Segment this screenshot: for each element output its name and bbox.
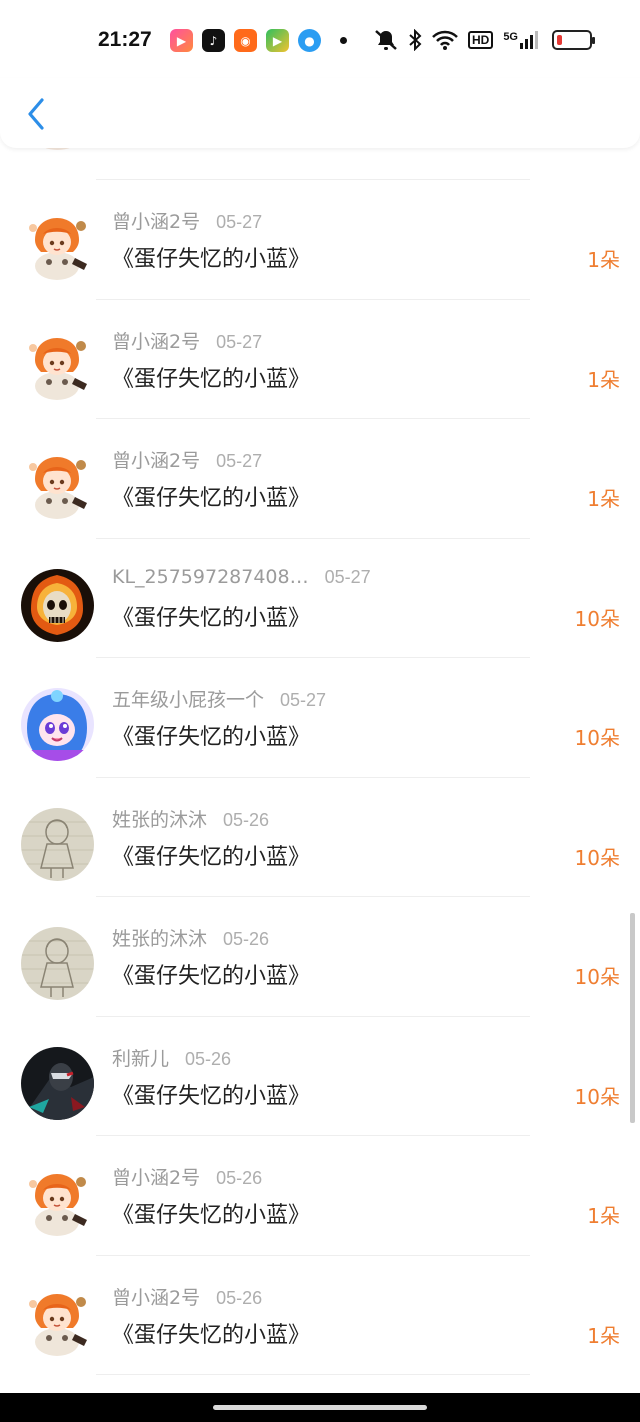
gift-date: 05-27 — [216, 331, 263, 352]
game-app-icon: ▶ — [266, 29, 289, 52]
list-item[interactable]: 曾小涵2号 05-27 《蛋仔失忆的小蓝》 1朵 — [0, 300, 640, 420]
work-title: 《蛋仔失忆的小蓝》 — [112, 1203, 311, 1228]
scrollbar[interactable] — [630, 913, 635, 1123]
flower-count: 1朵 — [587, 367, 620, 392]
avatar[interactable] — [21, 1285, 94, 1359]
work-title: 《蛋仔失忆的小蓝》 — [112, 844, 311, 870]
avatar[interactable] — [21, 1166, 94, 1239]
notification-icons: ▶ ♪ ◉ ▶ ● — [170, 29, 347, 52]
flower-count: 1朵 — [587, 1204, 620, 1228]
system-navigation-bar — [0, 1393, 640, 1422]
list-item[interactable]: KL_257597287408… 05-27 《蛋仔失忆的小蓝》 10朵 — [0, 539, 640, 659]
flower-count: 10朵 — [574, 1084, 620, 1109]
status-bar: 21:27 ▶ ♪ ◉ ▶ ● HD 5G — [0, 0, 640, 80]
sender-name: 曾小涵2号 — [112, 211, 201, 233]
mute-icon — [375, 30, 397, 50]
avatar[interactable] — [21, 927, 94, 1000]
avatar[interactable] — [21, 210, 94, 283]
work-title: 《蛋仔失忆的小蓝》 — [112, 605, 311, 631]
kuaishou-icon: ◉ — [234, 29, 257, 52]
list-item[interactable]: 五年级小屁孩一个 05-27 《蛋仔失忆的小蓝》 10朵 — [0, 658, 640, 778]
sender-meta: 利新儿 05-26 — [112, 1044, 231, 1071]
sender-name: 曾小涵2号 — [112, 1167, 201, 1189]
work-title: 《蛋仔失忆的小蓝》 — [112, 1322, 311, 1348]
clock: 21:27 — [98, 28, 152, 51]
sender-name: 曾小涵2号 — [112, 450, 201, 472]
flower-count: 10朵 — [574, 726, 620, 750]
list-item[interactable]: 姓张的沐沐 05-26 《蛋仔失忆的小蓝》 10朵 — [0, 897, 640, 1017]
work-title: 《蛋仔失忆的小蓝》 — [112, 1083, 311, 1109]
more-notifications-icon — [340, 37, 347, 44]
top-bar — [0, 78, 640, 148]
gift-date: 05-26 — [223, 809, 270, 830]
sender-name: KL_257597287408… — [112, 565, 309, 588]
list-item[interactable]: 利新儿 05-26 《蛋仔失忆的小蓝》 10朵 — [0, 1017, 640, 1137]
gift-record-list[interactable]: 曾小涵2号 05-27 《蛋仔失忆的小蓝》 1朵 曾小涵2号 05-27 《蛋仔失忆的小蓝》… — [0, 60, 640, 1375]
work-title: 《蛋仔失忆的小蓝》 — [112, 964, 311, 989]
system-icons: HD 5G — [374, 29, 595, 51]
sender-meta: 曾小涵2号 05-27 — [112, 446, 262, 473]
sender-meta: KL_257597287408… 05-27 — [112, 566, 371, 588]
avatar[interactable] — [21, 1046, 94, 1120]
gift-date: 05-26 — [216, 1168, 263, 1188]
sender-name: 曾小涵2号 — [112, 330, 201, 353]
sender-meta: 曾小涵2号 05-27 — [112, 327, 262, 354]
sender-name: 利新儿 — [112, 1047, 170, 1070]
hd-badge: HD — [467, 31, 494, 49]
flower-count: 10朵 — [574, 606, 620, 631]
list-item[interactable]: 姓张的沐沐 05-26 《蛋仔失忆的小蓝》 10朵 — [0, 778, 640, 898]
sender-meta: 五年级小屁孩一个 05-27 — [112, 685, 326, 712]
flower-count: 1朵 — [587, 487, 620, 511]
work-title: 《蛋仔失忆的小蓝》 — [112, 366, 311, 392]
browser-app-icon: ● — [298, 29, 321, 52]
avatar[interactable] — [21, 688, 94, 761]
battery-icon — [552, 30, 595, 50]
work-title: 《蛋仔失忆的小蓝》 — [112, 725, 311, 750]
sender-meta: 曾小涵2号 05-27 — [112, 207, 262, 234]
sender-name: 姓张的沐沐 — [112, 928, 208, 950]
avatar[interactable] — [21, 568, 94, 642]
work-title: 《蛋仔失忆的小蓝》 — [112, 486, 311, 511]
flower-count: 10朵 — [574, 965, 620, 989]
gift-date: 05-27 — [216, 212, 263, 232]
signal-icon: 5G — [503, 31, 538, 49]
sender-meta: 姓张的沐沐 05-26 — [112, 924, 269, 951]
sender-name: 五年级小屁孩一个 — [112, 689, 265, 711]
sender-meta: 姓张的沐沐 05-26 — [112, 805, 269, 832]
bluetooth-icon — [409, 29, 422, 51]
list-item[interactable]: 曾小涵2号 05-26 《蛋仔失忆的小蓝》 1朵 — [0, 1256, 640, 1376]
flower-count: 1朵 — [587, 248, 620, 272]
flower-count: 10朵 — [574, 845, 620, 870]
list-item[interactable]: 曾小涵2号 05-27 《蛋仔失忆的小蓝》 1朵 — [0, 419, 640, 539]
avatar[interactable] — [21, 329, 94, 403]
gift-date: 05-26 — [185, 1048, 232, 1069]
gift-date: 05-27 — [280, 690, 327, 710]
gift-date: 05-26 — [216, 1287, 263, 1308]
home-indicator[interactable] — [213, 1405, 427, 1410]
list-item[interactable]: 曾小涵2号 05-27 《蛋仔失忆的小蓝》 1朵 — [0, 180, 640, 300]
network-type: 5G — [503, 31, 518, 43]
tiktok-icon: ♪ — [202, 29, 225, 52]
chevron-left-icon[interactable] — [24, 96, 50, 132]
sender-meta: 曾小涵2号 05-26 — [112, 1163, 262, 1190]
wifi-icon — [432, 30, 458, 50]
sender-name: 曾小涵2号 — [112, 1286, 201, 1309]
gift-date: 05-26 — [223, 929, 270, 949]
gift-date: 05-27 — [216, 451, 263, 471]
list-item[interactable]: 曾小涵2号 05-26 《蛋仔失忆的小蓝》 1朵 — [0, 1136, 640, 1256]
sender-name: 姓张的沐沐 — [112, 808, 208, 831]
work-title: 《蛋仔失忆的小蓝》 — [112, 247, 311, 272]
gift-date: 05-27 — [324, 566, 371, 587]
avatar[interactable] — [21, 449, 94, 522]
sender-meta: 曾小涵2号 05-26 — [112, 1283, 262, 1310]
flower-count: 1朵 — [587, 1323, 620, 1348]
avatar[interactable] — [21, 807, 94, 881]
video-app-icon: ▶ — [170, 29, 193, 52]
